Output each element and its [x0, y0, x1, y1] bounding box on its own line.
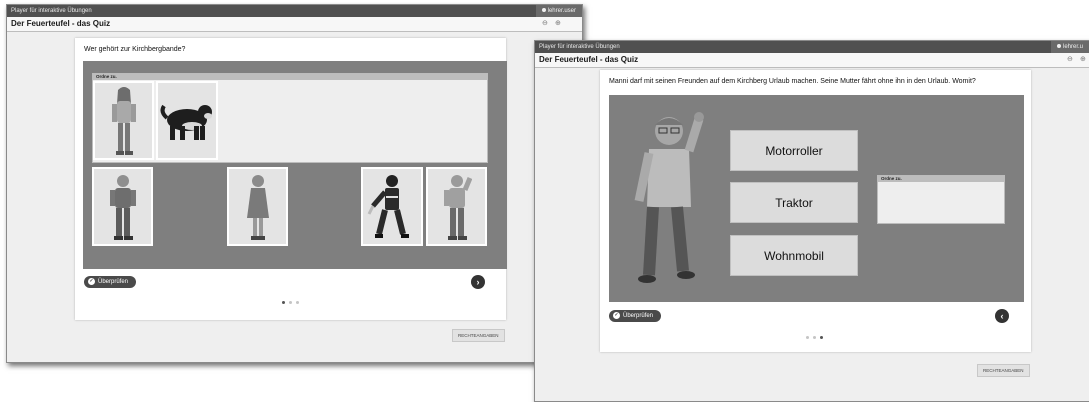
quiz-card: Wer gehört zur Kirchbergbande? Ordne zu. — [75, 38, 507, 320]
titlebar-text: Player für interaktive Übungen — [539, 44, 620, 50]
page-dot-2[interactable] — [289, 301, 292, 304]
exercise-stage: Ordne zu. — [83, 61, 507, 269]
window-titlebar: Player für interaktive Übungen lehrer.us… — [7, 5, 582, 17]
next-button[interactable]: › — [471, 275, 485, 289]
chevron-left-icon: ‹ — [1000, 311, 1004, 321]
quiz-window-left: Player für interaktive Übungen lehrer.us… — [6, 4, 583, 363]
drop-zone[interactable]: Ordne zu. — [92, 73, 488, 163]
firefighter-figure-icon — [367, 175, 409, 238]
drop-zone-label: Ordne zu. — [93, 74, 487, 80]
answer-tile-wohnmobil[interactable]: Wohnmobil — [730, 235, 858, 276]
answer-tile-traktor[interactable]: Traktor — [730, 182, 858, 223]
drag-tile-manni[interactable] — [426, 167, 487, 246]
user-icon — [1056, 44, 1061, 49]
chevron-right-icon: › — [476, 277, 480, 287]
app-header: Der Feuerteufel - das Quiz ⊖ ⊕ — [535, 53, 1089, 68]
check-button-label: Überprüfen — [98, 279, 129, 285]
user-menu[interactable]: lehrer.user — [535, 5, 582, 17]
check-button-label: Überprüfen — [623, 313, 654, 319]
quiz-card: Manni darf mit seinen Freunden auf dem K… — [600, 70, 1031, 352]
quiz-window-right: Player für interaktive Übungen lehrer.u … — [534, 40, 1089, 402]
drag-tile-girl-dress[interactable] — [227, 167, 288, 246]
user-name: lehrer.u — [1062, 44, 1083, 50]
check-icon: ✓ — [88, 277, 95, 285]
user-name: lehrer.user — [547, 8, 576, 14]
question-text: Wer gehört zur Kirchbergbande? — [84, 46, 186, 53]
app-header: Der Feuerteufel - das Quiz ⊖ ⊕ — [7, 17, 582, 32]
manni-figure-icon — [634, 112, 704, 283]
answer-tile-motorroller[interactable]: Motorroller — [730, 130, 858, 171]
question-text: Manni darf mit seinen Freunden auf dem K… — [609, 78, 976, 85]
check-icon: ✓ — [613, 311, 620, 319]
check-button[interactable]: ✓ Überprüfen — [84, 276, 137, 288]
girl-dress-figure-icon — [246, 175, 269, 240]
girl-figure-icon — [111, 87, 136, 155]
drag-tile-firefighter[interactable] — [361, 167, 423, 246]
dog-icon — [160, 104, 212, 140]
page-dot-3[interactable] — [820, 336, 823, 339]
app-title: Der Feuerteufel - das Quiz — [539, 55, 639, 64]
page-dots — [282, 301, 299, 304]
drag-tile-boy[interactable] — [92, 167, 153, 246]
page-dot-1[interactable] — [806, 336, 809, 339]
exercise-stage: Motorroller Traktor Wohnmobil Ordne zu. — [609, 95, 1024, 302]
page-dots — [806, 336, 823, 339]
credits-button[interactable]: RECHTEANGABEN — [977, 364, 1030, 377]
app-title: Der Feuerteufel - das Quiz — [11, 19, 111, 28]
previous-button[interactable]: ‹ — [995, 309, 1009, 323]
user-icon — [541, 8, 546, 13]
titlebar-text: Player für interaktive Übungen — [11, 8, 92, 14]
window-titlebar: Player für interaktive Übungen lehrer.u — [535, 41, 1089, 53]
page-dot-1[interactable] — [282, 301, 285, 304]
zoom-out-icon[interactable]: ⊖ — [1067, 54, 1073, 66]
check-button[interactable]: ✓ Überprüfen — [609, 310, 662, 322]
credits-button[interactable]: RECHTEANGABEN — [452, 329, 505, 342]
drag-tile-girl[interactable] — [93, 81, 154, 160]
page-dot-3[interactable] — [296, 301, 299, 304]
zoom-in-icon[interactable]: ⊕ — [555, 18, 561, 30]
zoom-out-icon[interactable]: ⊖ — [542, 18, 548, 30]
zoom-in-icon[interactable]: ⊕ — [1080, 54, 1086, 66]
drop-zone[interactable]: Ordne zu. — [877, 175, 1005, 224]
drag-tile-dog[interactable] — [156, 81, 218, 160]
user-menu[interactable]: lehrer.u — [1050, 41, 1089, 53]
boy-figure-icon — [109, 175, 136, 240]
page-dot-2[interactable] — [813, 336, 816, 339]
drop-zone-label: Ordne zu. — [878, 176, 1004, 182]
boy-waving-figure-icon — [443, 175, 472, 240]
